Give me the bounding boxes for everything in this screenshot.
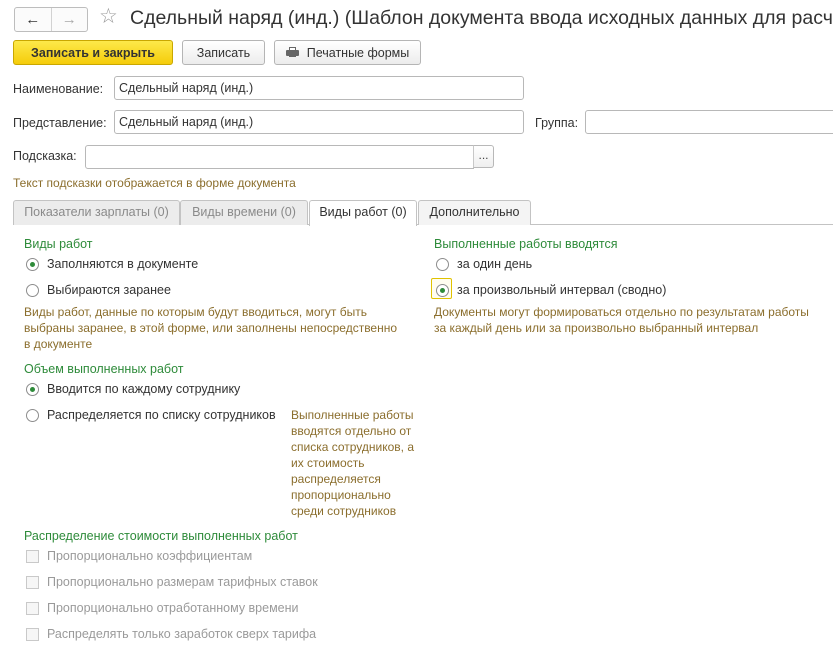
radio-one-day[interactable]: за один день <box>436 256 532 272</box>
arrow-left-icon: ← <box>25 11 41 28</box>
radio-chosen-in-advance[interactable]: Выбираются заранее <box>26 282 171 298</box>
checkbox-by-tariff-rates[interactable]: Пропорционально размерам тарифных ставок <box>26 574 318 590</box>
print-forms-label: Печатные формы <box>306 45 410 60</box>
radio-circle <box>26 283 39 297</box>
presentation-input[interactable]: Сдельный наряд (инд.) <box>114 110 524 134</box>
entry-period-title: Выполненные работы вводятся <box>434 237 618 251</box>
tab-additional[interactable]: Дополнительно <box>418 200 531 225</box>
entry-period-note: Документы могут формироваться отдельно п… <box>434 305 809 335</box>
name-label: Наименование: <box>13 82 104 96</box>
checkbox-only-over-tariff[interactable]: Распределять только заработок сверх тари… <box>26 626 316 642</box>
presentation-label: Представление: <box>13 116 107 130</box>
radio-label: Заполняются в документе <box>47 257 199 271</box>
save-and-close-button[interactable]: Записать и закрыть <box>13 40 173 65</box>
radio-circle <box>26 408 39 422</box>
radio-circle <box>26 382 39 396</box>
checkbox-by-worked-time[interactable]: Пропорционально отработанному времени <box>26 600 299 616</box>
group-label: Группа: <box>535 116 579 130</box>
radio-filled-in-document[interactable]: Заполняются в документе <box>26 256 198 272</box>
checkbox-label: Пропорционально отработанному времени <box>47 601 299 615</box>
radio-label: Распределяется по списку сотрудников <box>47 408 276 422</box>
radio-circle <box>436 257 449 271</box>
star-icon[interactable]: ☆ <box>99 4 118 30</box>
volume-note: Выполненные работы вводятся отдельно от … <box>291 408 415 518</box>
forward-button[interactable]: → <box>52 8 88 31</box>
radio-label: за один день <box>457 257 533 271</box>
checkbox-label: Распределять только заработок сверх тари… <box>47 627 317 641</box>
print-forms-button[interactable]: Печатные формы <box>274 40 421 65</box>
save-button[interactable]: Записать <box>182 40 265 65</box>
work-types-note: Виды работ, данные по которым будут ввод… <box>24 305 398 351</box>
arrow-right-icon: → <box>61 11 77 28</box>
checkbox-box <box>26 601 39 615</box>
checkbox-label: Пропорционально коэффициентам <box>47 549 253 563</box>
hint-select-button[interactable]: ... <box>473 145 494 168</box>
radio-label: Вводится по каждому сотруднику <box>47 382 241 396</box>
hint-input[interactable] <box>85 145 474 169</box>
checkbox-box <box>26 575 39 589</box>
radio-circle <box>436 283 449 297</box>
hint-label: Подсказка: <box>13 149 77 163</box>
group-input[interactable] <box>585 110 833 134</box>
tab-salary-indicators[interactable]: Показатели зарплаты (0) <box>13 200 180 225</box>
back-button[interactable]: ← <box>15 8 52 31</box>
printer-icon <box>285 47 299 58</box>
radio-circle <box>26 257 39 271</box>
tab-time-types[interactable]: Виды времени (0) <box>180 200 308 225</box>
checkbox-box <box>26 627 39 641</box>
checkbox-label: Пропорционально размерам тарифных ставок <box>47 575 318 589</box>
radio-label: Выбираются заранее <box>47 283 171 297</box>
radio-arbitrary-interval[interactable]: за произвольный интервал (сводно) <box>436 282 666 298</box>
work-types-title: Виды работ <box>24 237 93 251</box>
checkbox-box <box>26 549 39 563</box>
distribution-title: Распределение стоимости выполненных рабо… <box>24 529 298 543</box>
radio-distributed-list[interactable]: Распределяется по списку сотрудников <box>26 407 276 423</box>
volume-title: Объем выполненных работ <box>24 362 184 376</box>
navigation-buttons: ← → <box>14 7 88 32</box>
radio-label: за произвольный интервал (сводно) <box>457 283 667 297</box>
name-input[interactable]: Сдельный наряд (инд.) <box>114 76 524 100</box>
hint-note: Текст подсказки отображается в форме док… <box>13 176 296 190</box>
page-title: Сдельный наряд (инд.) (Шаблон документа … <box>130 7 833 29</box>
checkbox-by-coefficients[interactable]: Пропорционально коэффициентам <box>26 548 252 564</box>
radio-per-employee[interactable]: Вводится по каждому сотруднику <box>26 381 240 397</box>
tab-work-types[interactable]: Виды работ (0) <box>309 200 417 226</box>
